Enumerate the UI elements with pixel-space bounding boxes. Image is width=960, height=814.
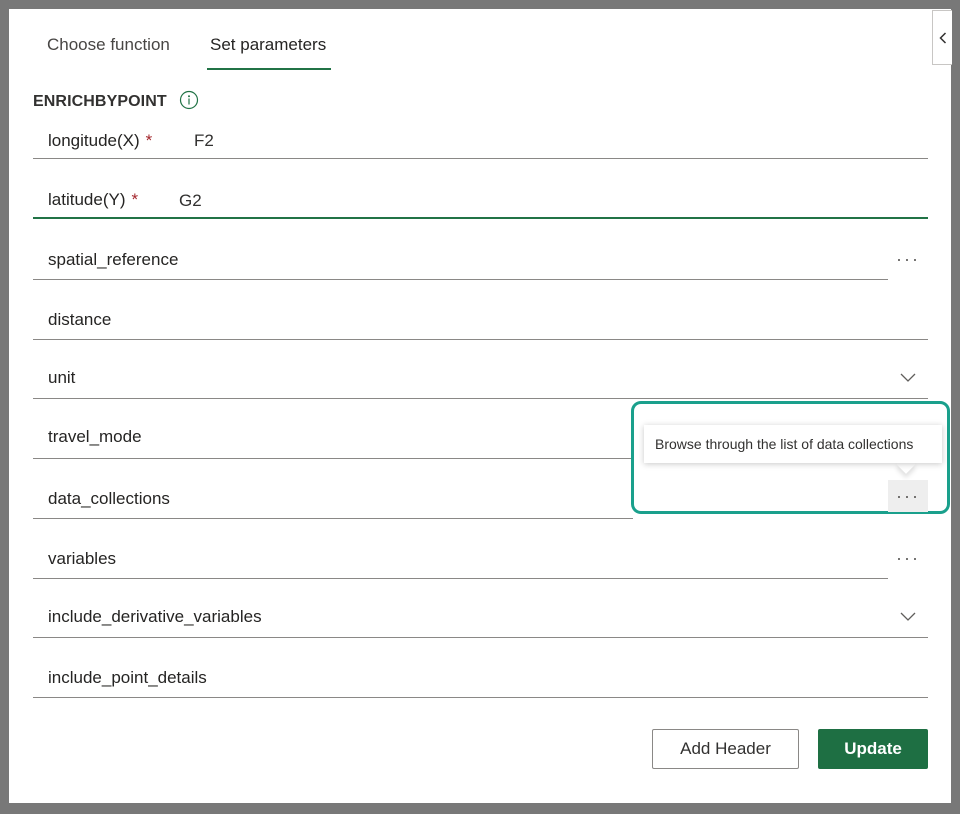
- data-collections-underline: [33, 518, 633, 519]
- spatial-reference-more-icon[interactable]: ···: [888, 243, 928, 275]
- unit-chevron-down-icon[interactable]: [899, 371, 917, 383]
- include-derivative-chevron-down-icon[interactable]: [899, 610, 917, 622]
- field-label-variables[interactable]: variables: [48, 549, 116, 569]
- field-label-spatial-reference[interactable]: spatial_reference: [48, 250, 178, 270]
- distance-underline: [33, 339, 928, 340]
- required-marker: *: [145, 131, 153, 150]
- include-point-details-underline: [33, 697, 928, 698]
- latitude-input[interactable]: G2: [179, 191, 202, 211]
- longitude-input[interactable]: F2: [194, 131, 214, 151]
- info-icon[interactable]: [179, 90, 199, 110]
- latitude-underline: [33, 217, 928, 219]
- variables-more-icon[interactable]: ···: [888, 542, 928, 574]
- field-label-include-derivative-variables[interactable]: include_derivative_variables: [48, 607, 262, 627]
- field-label-unit[interactable]: unit: [48, 368, 75, 388]
- tab-choose-function[interactable]: Choose function: [47, 35, 170, 55]
- data-collections-more-icon[interactable]: ···: [888, 480, 928, 512]
- travel-mode-underline: [33, 458, 633, 459]
- required-marker: *: [131, 190, 139, 209]
- field-label-latitude: latitude(Y) *: [48, 190, 139, 209]
- variables-underline: [33, 578, 888, 579]
- active-tab-indicator: [207, 68, 331, 70]
- field-label-include-point-details[interactable]: include_point_details: [48, 668, 207, 688]
- field-label-longitude: longitude(X) *: [48, 131, 153, 150]
- chevron-left-icon: [938, 31, 946, 44]
- spatial-reference-underline: [33, 279, 888, 280]
- include-derivative-underline: [33, 637, 928, 638]
- longitude-underline: [33, 158, 928, 159]
- field-label-data-collections[interactable]: data_collections: [48, 489, 170, 509]
- unit-underline: [33, 398, 928, 399]
- add-header-button[interactable]: Add Header: [652, 729, 799, 769]
- update-button[interactable]: Update: [818, 729, 928, 769]
- collapse-panel-button[interactable]: [932, 10, 952, 65]
- tooltip: Browse through the list of data collecti…: [644, 425, 942, 463]
- tab-set-parameters[interactable]: Set parameters: [210, 35, 326, 55]
- field-label-distance[interactable]: distance: [48, 310, 111, 330]
- function-name: ENRICHBYPOINT: [33, 93, 167, 110]
- field-label-travel-mode[interactable]: travel_mode: [48, 427, 142, 447]
